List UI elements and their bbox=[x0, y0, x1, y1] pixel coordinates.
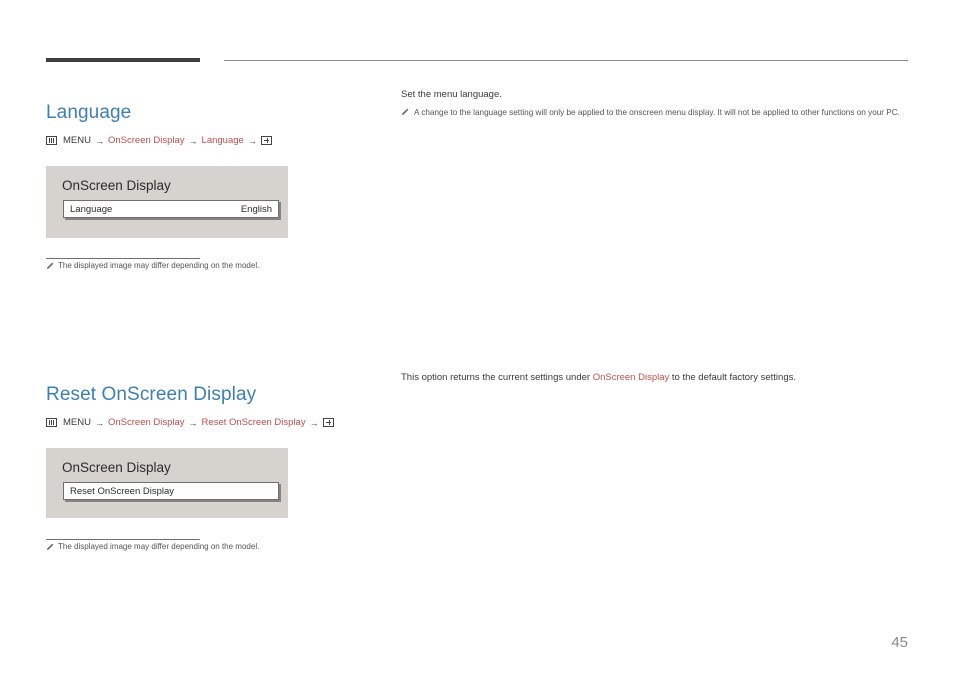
breadcrumb-link-reset-onscreen-display: Reset OnScreen Display bbox=[201, 417, 306, 428]
breadcrumb-arrow-3: → bbox=[309, 417, 319, 428]
breadcrumb-link-onscreen-display: OnScreen Display bbox=[107, 417, 185, 428]
reset-description-link: OnScreen Display bbox=[592, 372, 670, 383]
breadcrumb-arrow-1: → bbox=[94, 135, 104, 146]
breadcrumb-menu-label: MENU bbox=[63, 417, 91, 428]
osd-panel-language: OnScreen Display Language English bbox=[46, 166, 288, 238]
pencil-icon bbox=[46, 262, 54, 270]
osd-row-label: Reset OnScreen Display bbox=[70, 485, 175, 497]
breadcrumb-arrow-1: → bbox=[94, 417, 104, 428]
breadcrumb-menu-label: MENU bbox=[63, 135, 91, 146]
document-page: Language MENU → OnScreen Display → Langu… bbox=[0, 0, 954, 675]
enter-icon bbox=[322, 418, 334, 427]
osd-panel-title: OnScreen Display bbox=[62, 178, 171, 193]
language-description: Set the menu language. bbox=[401, 89, 502, 100]
breadcrumb-link-onscreen-display: OnScreen Display bbox=[107, 135, 185, 146]
osd-row-value: English bbox=[240, 203, 272, 215]
menu-icon bbox=[46, 136, 57, 145]
page-number: 45 bbox=[891, 634, 908, 651]
note-text: The displayed image may differ depending… bbox=[58, 261, 260, 270]
language-right-note-text: A change to the language setting will on… bbox=[414, 108, 900, 117]
header-rule-right bbox=[224, 60, 908, 61]
language-right-note: A change to the language setting will on… bbox=[401, 107, 901, 119]
reset-description-after: to the default factory settings. bbox=[669, 372, 796, 383]
section-title-reset-onscreen-display: Reset OnScreen Display bbox=[46, 383, 257, 405]
breadcrumb-arrow-3: → bbox=[247, 135, 257, 146]
breadcrumb-reset: MENU → OnScreen Display → Reset OnScreen… bbox=[46, 417, 334, 428]
enter-icon bbox=[260, 136, 272, 145]
breadcrumb-link-language: Language bbox=[201, 135, 244, 146]
reset-description: This option returns the current settings… bbox=[401, 371, 921, 385]
menu-icon bbox=[46, 418, 57, 427]
note-language: The displayed image may differ depending… bbox=[46, 261, 259, 270]
note-reset: The displayed image may differ depending… bbox=[46, 542, 259, 551]
osd-row-reset-onscreen-display[interactable]: Reset OnScreen Display bbox=[63, 482, 279, 500]
reset-description-before: This option returns the current settings… bbox=[401, 372, 593, 383]
breadcrumb-arrow-2: → bbox=[188, 135, 198, 146]
breadcrumb-arrow-2: → bbox=[188, 417, 198, 428]
osd-row-label: Language bbox=[70, 203, 113, 215]
osd-panel-title: OnScreen Display bbox=[62, 460, 171, 475]
breadcrumb-language: MENU → OnScreen Display → Language → bbox=[46, 135, 272, 146]
divider-rule-2 bbox=[46, 539, 200, 540]
divider-rule-1 bbox=[46, 258, 200, 259]
section-title-language: Language bbox=[46, 101, 132, 123]
osd-panel-reset: OnScreen Display Reset OnScreen Display bbox=[46, 448, 288, 518]
pencil-icon bbox=[46, 543, 54, 551]
header-rule-left bbox=[46, 58, 200, 62]
pencil-icon bbox=[401, 108, 409, 116]
note-text: The displayed image may differ depending… bbox=[58, 542, 260, 551]
osd-row-language[interactable]: Language English bbox=[63, 200, 279, 218]
